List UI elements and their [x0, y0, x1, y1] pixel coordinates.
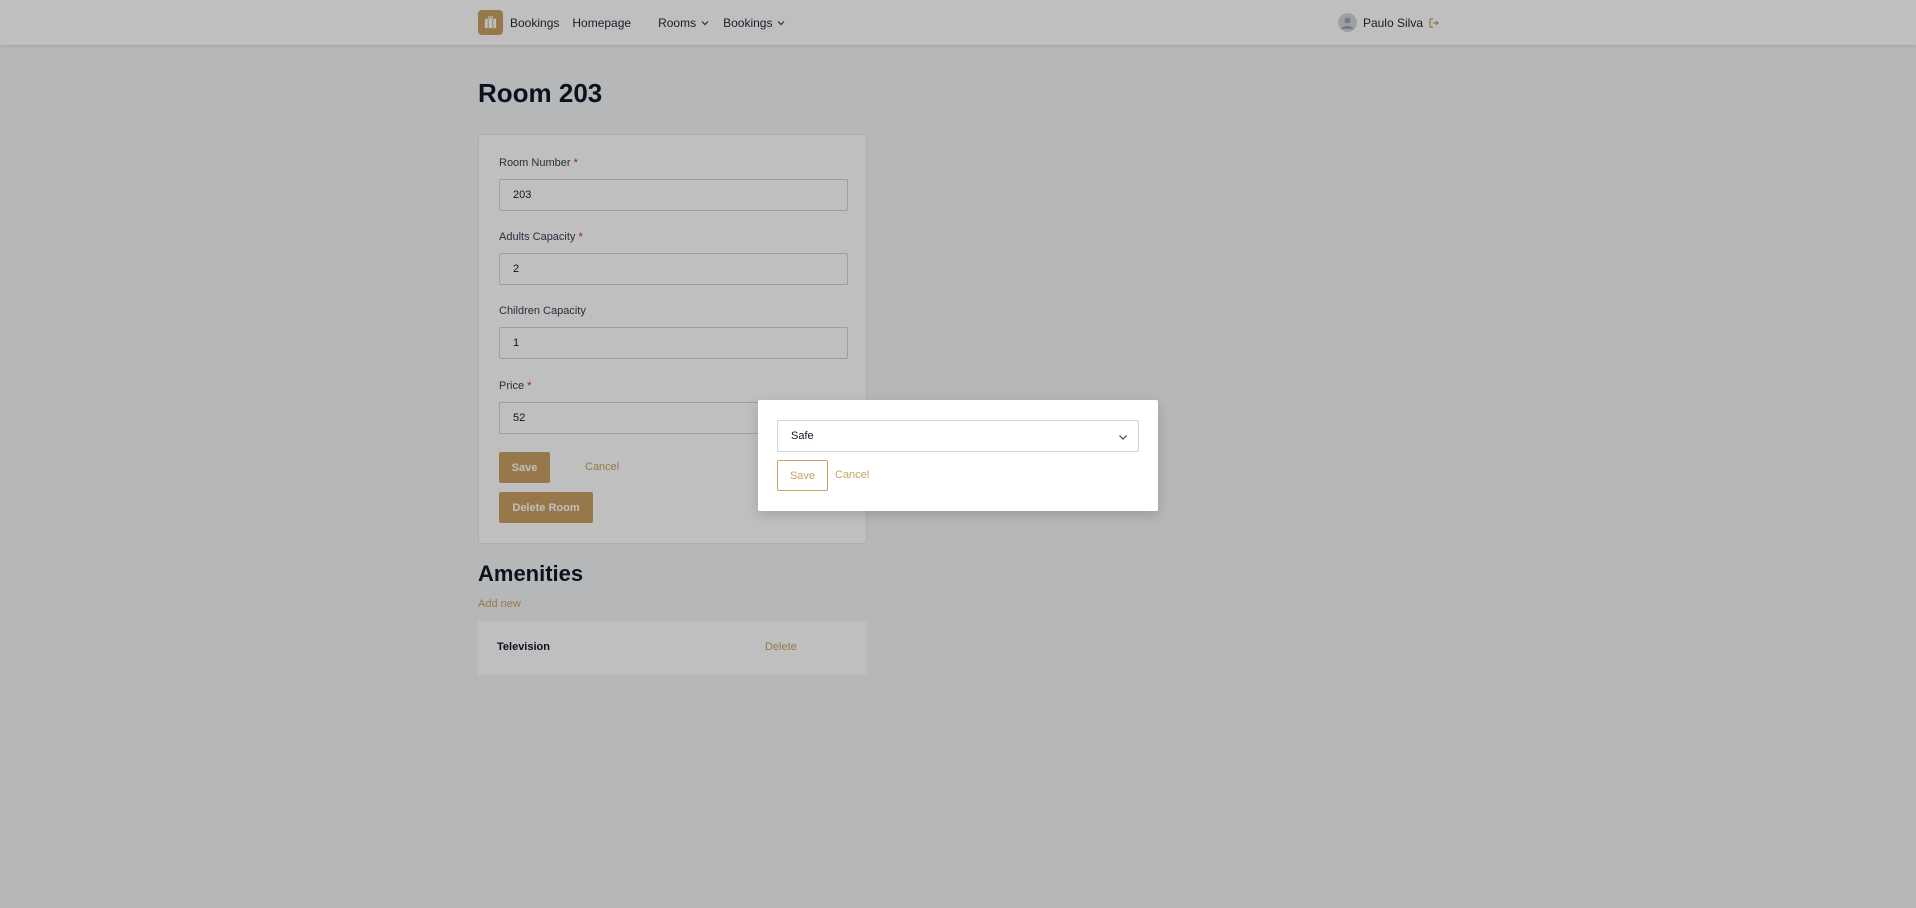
modal-cancel-link[interactable]: Cancel — [835, 469, 869, 481]
add-amenity-modal: Safe Save Cancel — [758, 400, 1158, 511]
chevron-down-icon — [1119, 435, 1127, 440]
amenity-select[interactable]: Safe — [777, 420, 1139, 452]
amenity-select-value: Safe — [791, 430, 814, 442]
modal-save-button[interactable]: Save — [777, 460, 828, 491]
